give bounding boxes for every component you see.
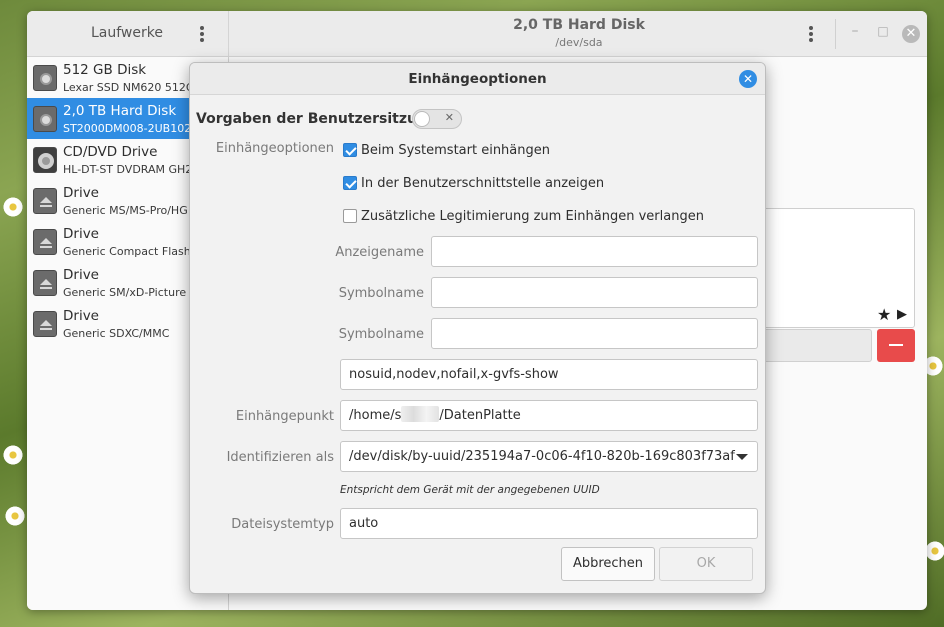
header-separator <box>835 19 836 49</box>
eject-drive-icon <box>33 229 57 255</box>
identify-hint: Entspricht dem Gerät mit der angegebenen… <box>340 484 600 496</box>
volume-info-field <box>762 329 872 362</box>
maximize-button[interactable]: □ <box>875 23 891 39</box>
drive-model: Generic Compact Flash <box>63 245 191 258</box>
drive-menu-icon[interactable] <box>803 24 819 44</box>
drive-model: Lexar SSD NM620 512GB <box>63 81 202 94</box>
drive-name: Drive <box>63 226 99 242</box>
optical-disc-icon <box>33 147 57 173</box>
require-auth-row[interactable]: Zusätzliche Legitimierung zum Einhängen … <box>343 207 704 225</box>
mount-options-field[interactable]: nosuid,nodev,nofail,x-gvfs-show <box>340 359 758 390</box>
drive-model: Generic SDXC/MMC <box>63 327 170 340</box>
show-in-ui-checkbox[interactable] <box>343 176 357 190</box>
session-defaults-switch[interactable]: ✕ <box>412 109 462 129</box>
minimize-button[interactable]: – <box>847 23 863 39</box>
minus-icon <box>889 344 903 346</box>
display-name-field[interactable] <box>431 236 758 267</box>
display-name-label: Anzeigename <box>335 245 424 260</box>
eject-drive-icon <box>33 311 57 337</box>
identify-as-dropdown[interactable]: /dev/disk/by-uuid/235194a7-0c06-4f10-820… <box>340 441 758 472</box>
mount-point-field[interactable]: /home/s/DatenPlatte <box>340 400 758 431</box>
identify-as-value: /dev/disk/by-uuid/235194a7-0c06-4f10-820… <box>349 449 735 464</box>
symbolic-icon-label: Symbolname <box>338 327 424 342</box>
wallpaper-flower <box>2 196 24 218</box>
drive-title: 2,0 TB Hard Disk <box>513 17 645 33</box>
sidebar-menu-icon[interactable] <box>194 24 210 44</box>
cancel-button[interactable]: Abbrechen <box>561 547 655 581</box>
filesystem-type-label: Dateisystemtyp <box>231 517 334 532</box>
icon-name-label: Symbolname <box>338 286 424 301</box>
check-label: Zusätzliche Legitimierung zum Einhängen … <box>361 208 704 224</box>
volume-map[interactable] <box>762 208 915 328</box>
remove-partition-button[interactable] <box>877 329 915 362</box>
switch-knob <box>414 111 430 127</box>
filesystem-type-field[interactable]: auto <box>340 508 758 539</box>
mount-options-dialog: Einhängeoptionen ✕ Vorgaben der Benutzer… <box>189 62 766 594</box>
mount-at-startup-checkbox[interactable] <box>343 143 357 157</box>
hard-disk-icon <box>33 106 57 132</box>
drive-model: Generic SM/xD-Picture <box>63 286 187 299</box>
show-in-ui-row[interactable]: In der Benutzerschnittstelle anzeigen <box>343 174 604 192</box>
drive-name: Drive <box>63 308 99 324</box>
mount-point-prefix: /home/s <box>349 408 402 423</box>
star-icon[interactable]: ★ <box>877 305 891 324</box>
drive-model: ST2000DM008-2UB102 <box>63 122 192 135</box>
switch-off-icon: ✕ <box>444 111 454 124</box>
header-bar: 2,0 TB Hard Disk /dev/sda – □ ✕ <box>229 11 927 57</box>
wallpaper-flower <box>2 444 24 466</box>
dialog-title: Einhängeoptionen <box>408 71 547 87</box>
drive-name: 512 GB Disk <box>63 62 147 78</box>
mount-point-suffix: /DatenPlatte <box>439 408 521 423</box>
mount-at-startup-row[interactable]: Beim Systemstart einhängen <box>343 141 550 159</box>
ok-button[interactable]: OK <box>659 547 753 581</box>
dialog-close-button[interactable]: ✕ <box>739 70 757 88</box>
identify-as-label: Identifizieren als <box>226 450 334 465</box>
session-defaults-label: Vorgaben der Benutzersitzung <box>196 111 437 127</box>
wallpaper-flower <box>4 505 26 527</box>
window-close-button[interactable]: ✕ <box>902 25 920 43</box>
sidebar-header: Laufwerke <box>27 11 229 57</box>
drive-model: Generic MS/MS-Pro/HG <box>63 204 188 217</box>
symbolic-icon-field[interactable] <box>431 318 758 349</box>
chevron-down-icon <box>736 454 748 460</box>
icon-name-field[interactable] <box>431 277 758 308</box>
hard-disk-icon <box>33 65 57 91</box>
drive-name: 2,0 TB Hard Disk <box>63 103 177 119</box>
eject-drive-icon <box>33 188 57 214</box>
dialog-titlebar: Einhängeoptionen ✕ <box>190 63 765 95</box>
check-label: Beim Systemstart einhängen <box>361 142 550 158</box>
drive-name: CD/DVD Drive <box>63 144 158 160</box>
require-auth-checkbox[interactable] <box>343 209 357 223</box>
drive-name: Drive <box>63 185 99 201</box>
mount-point-label: Einhängepunkt <box>235 409 334 424</box>
redacted-username <box>401 406 440 422</box>
drive-subtitle: /dev/sda <box>555 36 603 49</box>
play-icon[interactable]: ▶ <box>897 307 907 322</box>
drive-name: Drive <box>63 267 99 283</box>
mount-options-label: Einhängeoptionen <box>215 141 334 156</box>
eject-drive-icon <box>33 270 57 296</box>
wallpaper-flower <box>924 540 944 562</box>
check-label: In der Benutzerschnittstelle anzeigen <box>361 175 605 191</box>
